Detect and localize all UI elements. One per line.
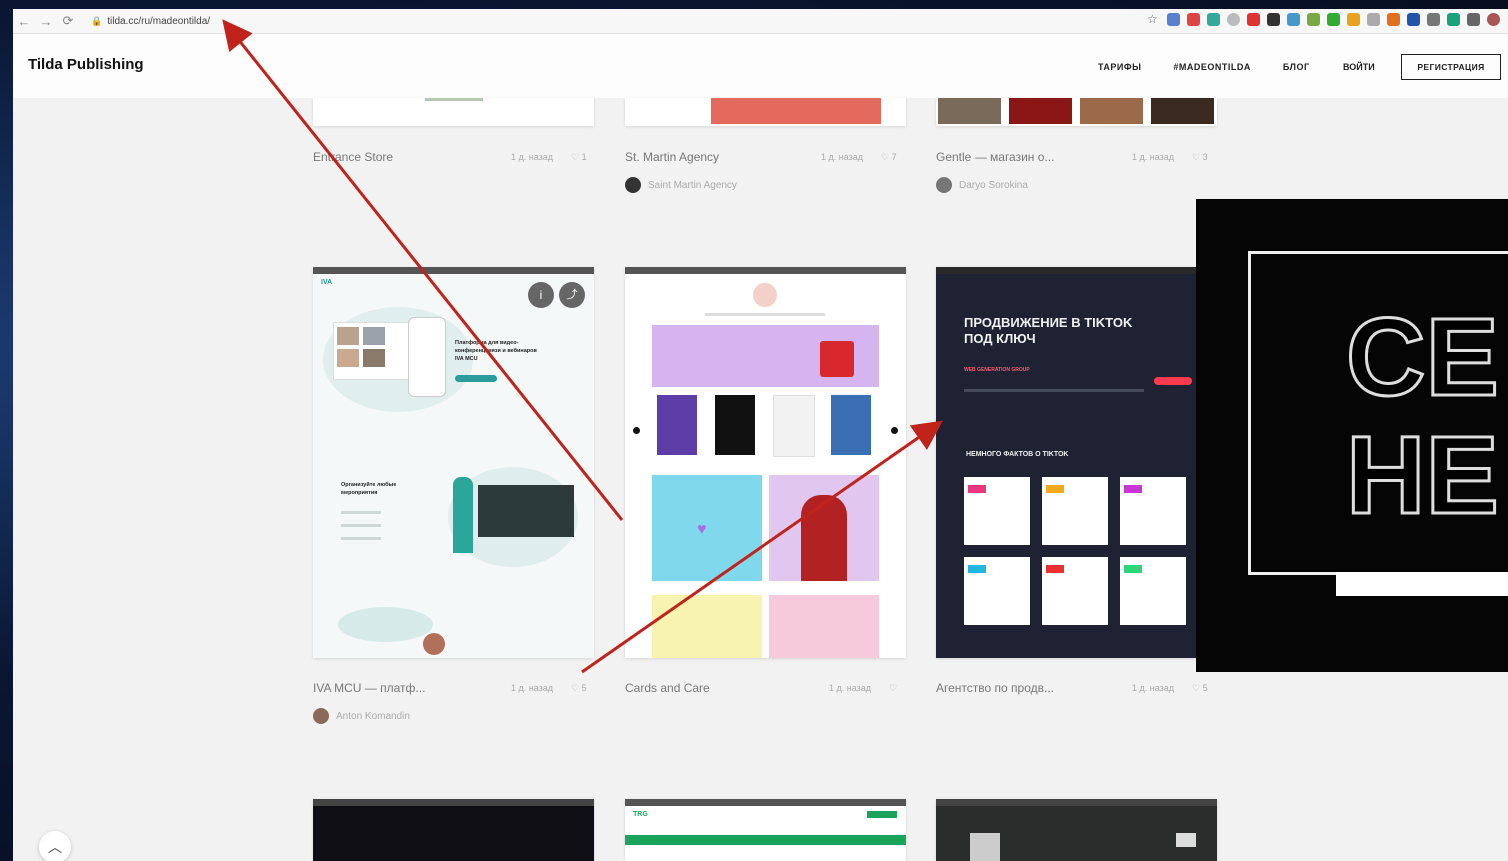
overlay-bar <box>1336 572 1508 596</box>
arrow-to-url <box>222 19 624 521</box>
video-overlay: СЕ НЕ <box>1196 199 1508 672</box>
overlay-text: СЕ НЕ <box>1345 296 1501 537</box>
arrow-to-card <box>581 420 943 674</box>
monitor-frame: ← → ⟳ 🔒 tilda.cc/ru/madeontilda/ ☆ Tilda… <box>0 0 1508 861</box>
